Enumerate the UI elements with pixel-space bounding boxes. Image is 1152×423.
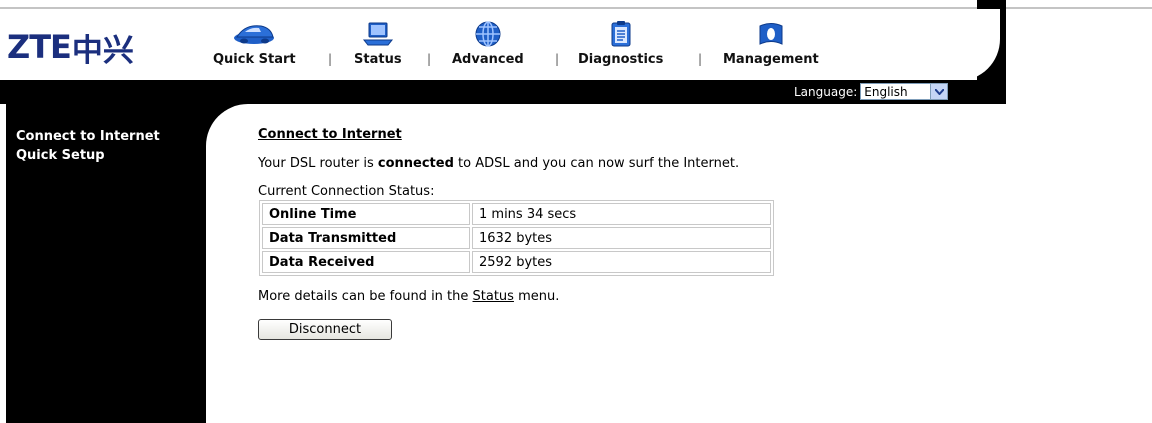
intro-bold: connected [377, 156, 454, 171]
nav-advanced[interactable]: Advanced [452, 18, 524, 67]
logo-latin: ZTE [7, 28, 72, 66]
nav-separator: | [328, 52, 333, 66]
nav-separator: | [698, 52, 703, 66]
chevron-down-icon[interactable] [930, 84, 948, 99]
nav-label: Quick Start [213, 52, 296, 67]
nav-status[interactable]: Status [354, 18, 402, 67]
table-row: Data Received 2592 bytes [262, 251, 771, 273]
book-icon [756, 18, 786, 48]
more-before: More details can be found in the [258, 289, 473, 304]
car-icon [231, 18, 277, 48]
page-title: Connect to Internet [258, 127, 402, 142]
more-after: menu. [513, 289, 560, 304]
disconnect-button[interactable]: Disconnect [258, 319, 392, 340]
table-row: Data Transmitted 1632 bytes [262, 227, 771, 249]
nav-label: Diagnostics [578, 52, 664, 67]
row-key: Data Received [262, 251, 470, 273]
nav-label: Status [354, 52, 402, 67]
header: ZTE 中兴 Quick Start | Status | Advanced |… [0, 9, 1006, 79]
sidebar-item-connect-to-internet[interactable]: Connect to Internet [16, 129, 160, 144]
language-control: Language: English [794, 83, 949, 100]
nav-label: Management [723, 52, 819, 67]
globe-icon [473, 18, 503, 48]
nav-separator: | [427, 52, 432, 66]
sidebar-item-quick-setup[interactable]: Quick Setup [16, 148, 105, 163]
row-key: Online Time [262, 203, 470, 225]
zte-logo: ZTE 中兴 [7, 23, 134, 71]
row-value: 2592 bytes [472, 251, 771, 273]
status-caption: Current Connection Status: [258, 184, 435, 199]
clipboard-icon [607, 18, 635, 48]
nav-separator: | [555, 52, 560, 66]
intro-after: to ADSL and you can now surf the Interne… [453, 156, 740, 171]
language-label: Language: [794, 84, 858, 99]
nav-management[interactable]: Management [723, 18, 819, 67]
row-value: 1632 bytes [472, 227, 771, 249]
language-value: English [864, 84, 908, 99]
connection-message: Your DSL router is connected to ADSL and… [258, 156, 739, 171]
nav-label: Advanced [452, 52, 524, 67]
status-link[interactable]: Status [473, 289, 514, 304]
laptop-icon [361, 18, 395, 48]
row-key: Data Transmitted [262, 227, 470, 249]
more-details: More details can be found in the Status … [258, 289, 559, 304]
language-select[interactable]: English [860, 83, 949, 100]
nav-quick-start[interactable]: Quick Start [213, 18, 296, 67]
logo-cn: 中兴 [71, 32, 134, 69]
intro-before: Your DSL router is [258, 156, 378, 171]
nav-diagnostics[interactable]: Diagnostics [578, 18, 663, 67]
row-value: 1 mins 34 secs [472, 203, 771, 225]
table-row: Online Time 1 mins 34 secs [262, 203, 771, 225]
connection-status-table: Online Time 1 mins 34 secs Data Transmit… [259, 200, 774, 276]
